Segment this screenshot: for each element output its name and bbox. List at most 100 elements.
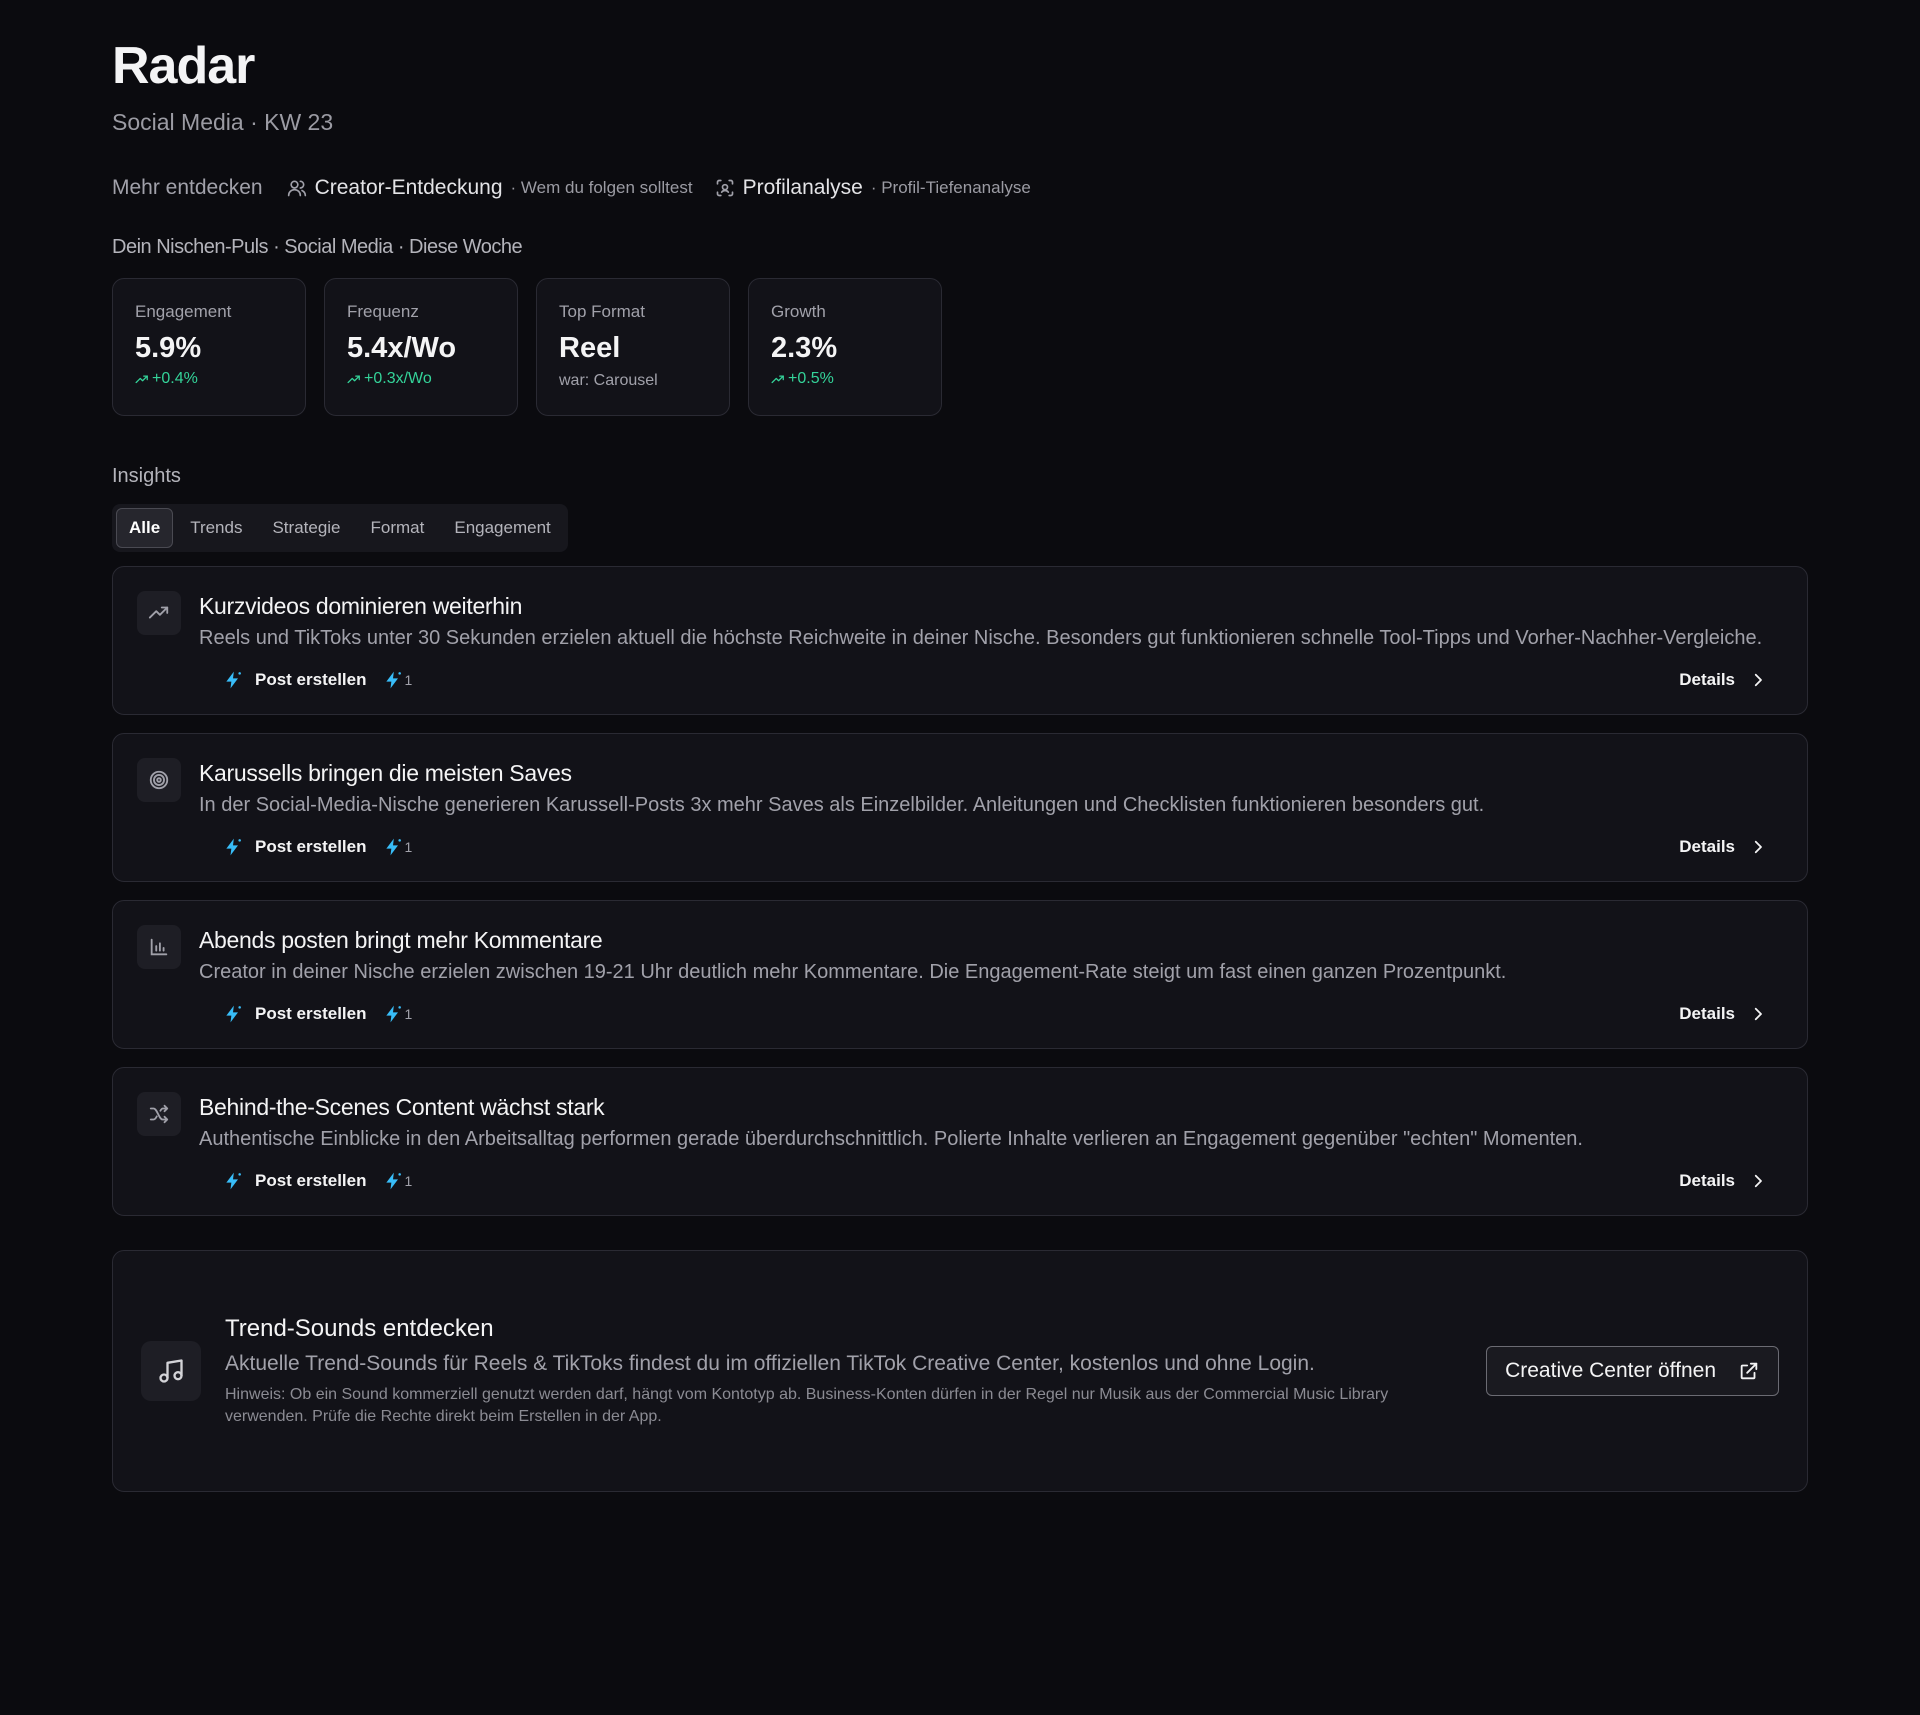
tab-strategie[interactable]: Strategie [259, 508, 353, 548]
credit-cost: 1 [383, 670, 413, 690]
zap-sparkle-icon [226, 1172, 241, 1190]
insight-body: Reels und TikToks unter 30 Sekunden erzi… [199, 627, 1763, 649]
zap-sparkle-icon [385, 1005, 401, 1023]
create-post-button[interactable]: Post erstellen [223, 670, 367, 690]
stat-label: Top Format [559, 302, 645, 321]
trend-sounds-panel: Trend-Sounds entdecken Aktuelle Trend-So… [112, 1250, 1808, 1492]
sound-title: Trend-Sounds entdecken [225, 1315, 494, 1342]
stat-delta-text: +0.5% [788, 370, 834, 387]
create-post-button[interactable]: Post erstellen [223, 1004, 367, 1024]
sound-icon-box [141, 1341, 201, 1401]
insight-body: Authentische Einblicke in den Arbeitsall… [199, 1128, 1583, 1150]
create-post-label: Post erstellen [255, 670, 367, 689]
stat-delta: +0.3x/Wo [347, 369, 495, 389]
stat-value: Reel [559, 332, 621, 364]
credit-cost: 1 [383, 1171, 413, 1191]
stat-value: 2.3% [771, 332, 838, 364]
insight-body: Creator in deiner Nische erzielen zwisch… [199, 961, 1507, 983]
trending-up-icon [135, 375, 148, 384]
discover-creator-link[interactable]: Creator-Entdeckung · Wem du folgen sollt… [287, 176, 693, 200]
users-icon [287, 180, 306, 197]
music-icon [159, 1359, 183, 1383]
zap-sparkle-icon [226, 671, 241, 689]
stat-card-top-format: Top Format Reel war: Carousel [536, 278, 730, 416]
details-label: Details [1679, 1171, 1735, 1190]
sound-body: Aktuelle Trend-Sounds für Reels & TikTok… [225, 1352, 1315, 1375]
create-post-button[interactable]: Post erstellen [223, 837, 367, 857]
trending-up-icon [771, 375, 784, 384]
tab-trends[interactable]: Trends [177, 508, 255, 548]
credit-count: 1 [404, 839, 413, 855]
insights-label: Insights [112, 465, 181, 487]
insight-icon-box [137, 1092, 181, 1136]
details-button[interactable]: Details [1679, 1171, 1767, 1191]
discover-profile-link[interactable]: Profilanalyse · Profil-Tiefenanalyse [715, 176, 1031, 200]
credit-count: 1 [404, 672, 413, 688]
details-label: Details [1679, 1004, 1735, 1023]
external-link-icon [1740, 1362, 1758, 1380]
stat-card-engagement: Engagement 5.9% +0.4% [112, 278, 306, 416]
scan-face-icon [716, 179, 733, 197]
trending-up-icon [148, 606, 169, 619]
trending-up-icon [347, 375, 360, 384]
credit-cost: 1 [383, 1004, 413, 1024]
bar-chart-icon [150, 938, 168, 956]
insight-title: Kurzvideos dominieren weiterhin [199, 593, 523, 619]
stat-previous: war: Carousel [559, 372, 658, 389]
insight-card: Karussells bringen die meisten Saves In … [112, 733, 1808, 882]
credit-count: 1 [404, 1173, 413, 1189]
discover-profile-name: Profilanalyse [742, 176, 863, 199]
page-title: Radar [112, 37, 255, 95]
zap-sparkle-icon [385, 1172, 401, 1190]
page-subtitle: Social Media · KW 23 [112, 109, 334, 135]
radar-page: Radar Social Media · KW 23 Mehr entdecke… [0, 0, 1920, 1492]
insight-title: Karussells bringen die meisten Saves [199, 760, 572, 786]
insight-icon-box [137, 758, 181, 802]
chevron-right-icon [1754, 673, 1762, 687]
sound-note: Hinweis: Ob ein Sound kommerziell genutz… [225, 1386, 1389, 1425]
create-post-label: Post erstellen [255, 1171, 367, 1190]
stats-row: Engagement 5.9% +0.4% Frequenz 5.4x/Wo +… [112, 278, 1808, 416]
details-label: Details [1679, 670, 1735, 689]
insights-tabs: Alle Trends Strategie Format Engagement [112, 504, 568, 552]
create-post-label: Post erstellen [255, 1004, 367, 1023]
insight-icon-box [137, 925, 181, 969]
insight-card: Abends posten bringt mehr Kommentare Cre… [112, 900, 1808, 1049]
insight-body: In der Social-Media-Nische generieren Ka… [199, 794, 1485, 816]
details-button[interactable]: Details [1679, 1004, 1767, 1024]
details-button[interactable]: Details [1679, 837, 1767, 857]
chevron-right-icon [1754, 1007, 1762, 1021]
details-button[interactable]: Details [1679, 670, 1767, 690]
stat-delta-text: +0.4% [152, 370, 198, 387]
zap-sparkle-icon [226, 838, 241, 856]
stat-label: Growth [771, 302, 826, 321]
credit-count: 1 [404, 1006, 413, 1022]
creative-center-button[interactable]: Creative Center öffnen [1486, 1346, 1779, 1396]
tab-alle[interactable]: Alle [116, 508, 174, 548]
shuffle-icon [149, 1104, 169, 1124]
stat-label: Frequenz [347, 302, 419, 321]
create-post-button[interactable]: Post erstellen [223, 1171, 367, 1191]
insight-list: Kurzvideos dominieren weiterhin Reels un… [112, 566, 1808, 1216]
details-label: Details [1679, 837, 1735, 856]
discover-creator-desc: · Wem du folgen solltest [510, 178, 693, 197]
discover-creator-name: Creator-Entdeckung [314, 176, 503, 199]
stat-value: 5.4x/Wo [347, 332, 457, 364]
discover-lead: Mehr entdecken [112, 176, 263, 199]
stat-value: 5.9% [135, 332, 202, 364]
zap-sparkle-icon [385, 671, 401, 689]
insight-card: Behind-the-Scenes Content wächst stark A… [112, 1067, 1808, 1216]
stat-label: Engagement [135, 302, 232, 321]
insight-card: Kurzvideos dominieren weiterhin Reels un… [112, 566, 1808, 715]
pulse-label: Dein Nischen-Puls · Social Media · Diese… [112, 236, 523, 258]
tab-format[interactable]: Format [358, 508, 438, 548]
discover-bar: Mehr entdecken Creator-Entdeckung · Wem … [112, 173, 1808, 203]
tab-engagement[interactable]: Engagement [441, 508, 563, 548]
chevron-right-icon [1754, 840, 1762, 854]
creative-center-label: Creative Center öffnen [1505, 1359, 1716, 1382]
stat-card-growth: Growth 2.3% +0.5% [748, 278, 942, 416]
zap-sparkle-icon [385, 838, 401, 856]
zap-sparkle-icon [226, 1005, 241, 1023]
discover-profile-desc: · Profil-Tiefenanalyse [870, 178, 1031, 197]
insight-title: Behind-the-Scenes Content wächst stark [199, 1094, 605, 1120]
